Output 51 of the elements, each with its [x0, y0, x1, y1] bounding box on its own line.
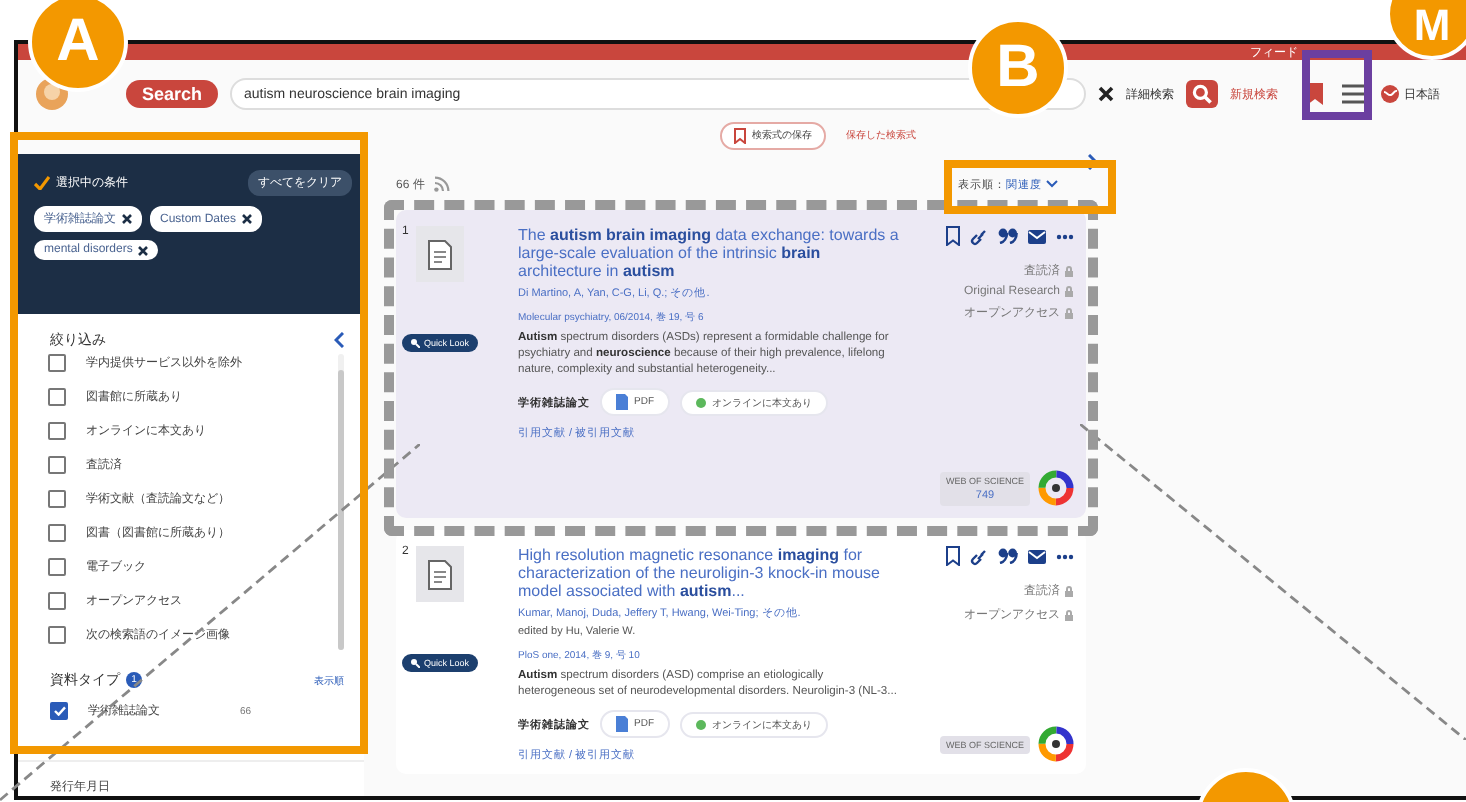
- collapse-icon[interactable]: [334, 332, 344, 348]
- ring-badge-icon[interactable]: [1038, 470, 1074, 506]
- pdf-icon: [616, 394, 628, 410]
- logo[interactable]: Search: [126, 80, 219, 108]
- more-icon[interactable]: [1056, 233, 1074, 239]
- checkbox[interactable]: [48, 456, 66, 474]
- menu-icon[interactable]: [1342, 84, 1368, 104]
- mail-icon[interactable]: [1028, 549, 1046, 563]
- status-dot-icon: [696, 397, 706, 407]
- callout-marker: M: [1386, 0, 1466, 60]
- checkbox[interactable]: [48, 490, 66, 508]
- remove-icon[interactable]: [242, 214, 253, 224]
- more-icon[interactable]: [1056, 553, 1074, 559]
- checkbox[interactable]: [48, 592, 66, 610]
- caret-icon: [1046, 180, 1058, 188]
- search-icon: [410, 658, 420, 668]
- clear-icon[interactable]: [1098, 86, 1114, 102]
- bookmark-icon: [734, 127, 746, 143]
- remove-icon[interactable]: [138, 245, 149, 255]
- search-icon: [1192, 84, 1212, 104]
- quote-icon[interactable]: [998, 548, 1018, 564]
- document-icon: [428, 239, 453, 269]
- remove-icon[interactable]: [122, 214, 132, 224]
- rss-icon[interactable]: [434, 176, 451, 192]
- link-icon[interactable]: [970, 227, 988, 245]
- checkbox[interactable]: [50, 702, 68, 720]
- scrollbar-thumb[interactable]: [338, 370, 344, 650]
- ring-badge-icon[interactable]: [1038, 726, 1074, 762]
- checkbox[interactable]: [48, 388, 66, 406]
- status-dot-icon: [696, 719, 706, 729]
- check-icon: [34, 176, 50, 190]
- mail-icon[interactable]: [1028, 229, 1046, 243]
- highlight-frame: [1302, 50, 1372, 120]
- pdf-icon: [616, 716, 628, 732]
- check-icon: [53, 706, 65, 716]
- quote-icon[interactable]: [998, 228, 1018, 244]
- bookmark-icon[interactable]: [946, 546, 960, 566]
- checkbox[interactable]: [48, 626, 66, 644]
- checkbox[interactable]: [48, 354, 66, 372]
- document-icon: [428, 559, 453, 589]
- search-button[interactable]: [1186, 80, 1218, 108]
- callout-marker: A: [28, 0, 128, 92]
- checkbox[interactable]: [48, 558, 66, 576]
- checkbox[interactable]: [48, 422, 66, 440]
- checkbox[interactable]: [48, 524, 66, 542]
- link-icon[interactable]: [970, 547, 988, 565]
- result-title-link[interactable]: The autism brain imaging data exchange: towards a large-scale evaluation of the intrinsic brain architecture in autism: [518, 226, 902, 280]
- search-icon: [410, 338, 420, 348]
- bookmark-icon[interactable]: [946, 226, 960, 246]
- result-title-link[interactable]: High resolution magnetic resonance imaging for characterization of the neuroligin-3 knock-in mouse model associated with autism...: [518, 546, 902, 600]
- bookmark-icon[interactable]: [1306, 82, 1324, 106]
